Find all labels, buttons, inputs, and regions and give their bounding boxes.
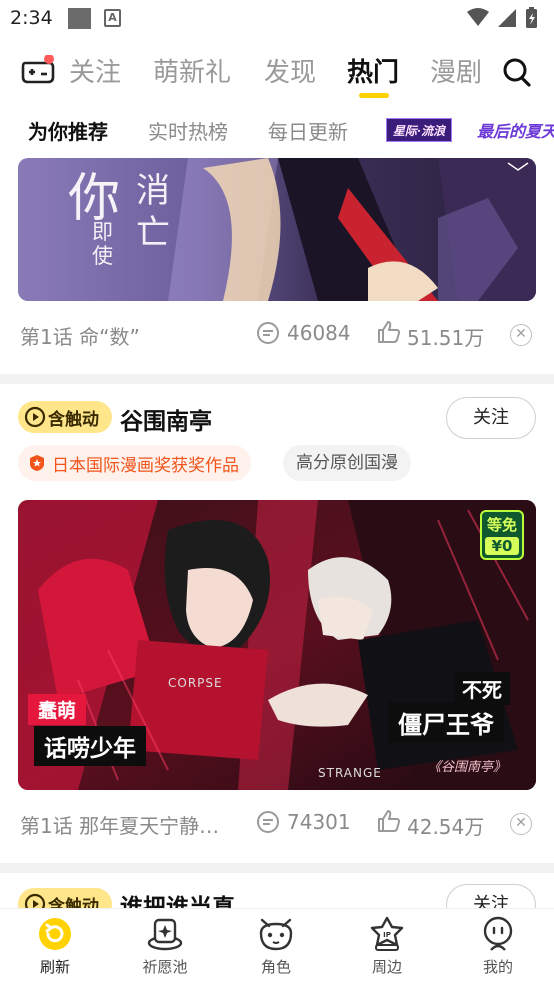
bottom-nav-merch[interactable]: IP 周边 [332,909,442,985]
award-badge-label: 日本国际漫画奖获奖作品 [52,455,239,476]
card-2-meta: 第1话 那年夏天宁静的海 74301 42.54万 ✕ [0,804,554,844]
merch-icon: IP [370,916,404,951]
like-count: 42.54万 [407,815,485,839]
svg-text:IP: IP [383,931,391,939]
notification-square-icon [68,8,91,29]
free-badge-line1: 等免 [486,516,517,534]
comment-icon[interactable] [256,321,280,345]
nav-tab-manju[interactable]: 漫剧 [430,52,482,89]
like-icon[interactable] [377,809,401,833]
cover-watermark-strange: STRANGE [318,766,382,780]
feed-divider [0,863,554,873]
cover-signature: 《谷围南亭》 [428,760,507,775]
cover-right-tag: 不死 [454,672,510,705]
interactive-anim-tag: 含触动 [18,401,112,433]
free-wait-badge: 等免 ¥0 [480,510,524,560]
cover-1-text-jishi: 即使 [92,220,113,268]
subtab-daily-update[interactable]: 每日更新 [268,116,348,145]
dismiss-card-button[interactable]: ✕ [510,813,532,835]
gamepad-icon[interactable] [20,55,56,85]
comic-cover-2[interactable]: 等免 ¥0 CORPSE STRANGE 蠢萌 话唠少年 不死 僵尸王爷 《谷围… [18,500,536,790]
comic-cover-1[interactable]: 你 即使 消亡 [18,158,536,301]
nav-tab-newbie-gift[interactable]: 萌新礼 [153,52,231,89]
cover-1-text-xiaowang: 消亡 [136,171,170,253]
cover-left-tag: 蠢萌 [28,694,87,725]
bottom-nav-refresh[interactable]: 刷新 [0,909,110,985]
free-badge-price: ¥0 [485,537,519,555]
character-icon [259,918,293,951]
profile-icon [483,916,513,951]
notification-a-icon: A [104,9,121,27]
feed-divider [0,374,554,384]
subtab-realtime-ranking[interactable]: 实时热榜 [148,116,228,145]
bottom-nav-profile[interactable]: 我的 [443,909,553,985]
nav-tab-follow[interactable]: 关注 [69,52,121,89]
subtab-banner-last-summer[interactable]: 最后的夏天 [477,118,554,142]
genre-badge[interactable]: 高分原创国漫 [283,445,411,481]
cover-watermark-corpse: CORPSE [168,676,223,690]
top-navigation: 关注 萌新礼 发现 热门 漫剧 [0,46,554,100]
bottom-nav-label: 刷新 [39,958,70,976]
comment-count: 74301 [287,810,351,834]
award-badge[interactable]: 日本国际漫画奖获奖作品 [18,445,251,481]
refresh-icon [39,918,71,950]
bottom-navigation: 刷新 祈愿池 角色 IP 周边 我的 [0,908,554,985]
anim-tag-label: 含触动 [48,409,99,430]
system-status-icons [467,7,537,28]
search-icon[interactable] [502,56,532,88]
follow-button[interactable]: 关注 [446,397,536,439]
wish-icon [147,918,183,951]
dismiss-card-button[interactable]: ✕ [510,324,532,346]
status-bar: 2:34 A [0,0,554,38]
bottom-nav-label: 角色 [260,958,291,976]
bottom-nav-character[interactable]: 角色 [221,909,331,985]
like-icon[interactable] [377,320,401,344]
comic-title[interactable]: 谷围南亭 [120,402,212,436]
bottom-nav-label: 祈愿池 [142,958,188,976]
award-star-icon [30,455,44,471]
cover-right-title: 僵尸王爷 [388,702,504,743]
nav-tab-hot[interactable]: 热门 [347,52,399,89]
sub-tabs: 为你推荐 实时热榜 每日更新 星际·流浪 最后的夏天 [0,108,554,152]
nav-tab-discover[interactable]: 发现 [264,52,316,89]
subtab-banner-star-wander[interactable]: 星际·流浪 [386,118,452,142]
bottom-nav-label: 周边 [371,958,402,976]
play-interaction-icon [24,406,46,428]
bottom-nav-wish[interactable]: 祈愿池 [110,909,220,985]
comment-icon[interactable] [256,810,280,834]
chapter-title[interactable]: 第1话 命“数” [20,321,140,350]
comment-count: 46084 [287,321,351,345]
cover-left-title: 话唠少年 [34,726,146,766]
card-1-meta: 第1话 命“数” 46084 51.51万 ✕ [0,315,554,355]
chapter-title[interactable]: 第1话 那年夏天宁静的海 [20,810,230,839]
subtab-recommended[interactable]: 为你推荐 [28,116,108,145]
like-count: 51.51万 [407,326,485,350]
active-tab-indicator [359,93,389,98]
status-time: 2:34 [10,7,53,29]
bottom-nav-label: 我的 [482,958,513,976]
